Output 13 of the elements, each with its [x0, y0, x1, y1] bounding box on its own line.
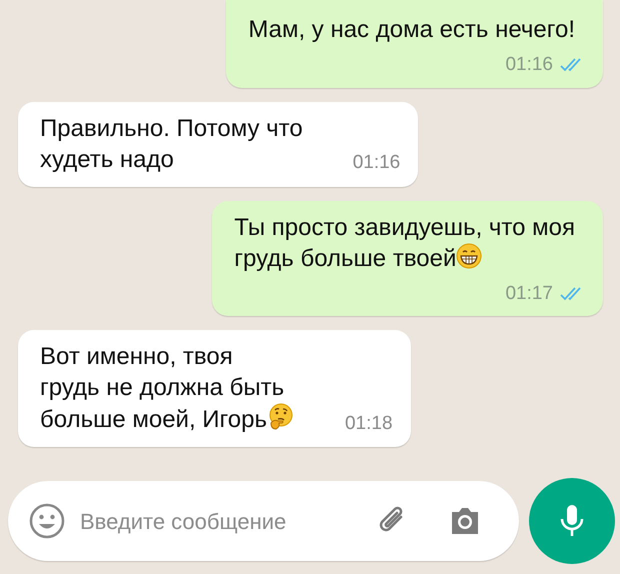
message-time: 01:18: [344, 412, 393, 436]
microphone-icon: [559, 503, 585, 539]
message-text: Вот именно, твоя грудь не должна быть больше моей, Игорь: [40, 341, 295, 439]
message-text: Мам, у нас дома есть нечего!: [248, 15, 576, 45]
message-text: Ты просто завидуешь, что моя грудь больше твоей: [234, 212, 576, 274]
message-input[interactable]: Введите сообщение: [80, 504, 375, 538]
camera-icon[interactable]: [449, 506, 481, 536]
message-text: Правильно. Потому что худеть надо: [40, 114, 303, 174]
message-input-bar[interactable]: Введите сообщение: [8, 481, 519, 561]
message-time: 01:16: [352, 151, 400, 175]
message-time: 01:16: [505, 53, 553, 77]
message-time: 01:17: [505, 282, 553, 306]
smiley-icon[interactable]: [28, 502, 66, 540]
